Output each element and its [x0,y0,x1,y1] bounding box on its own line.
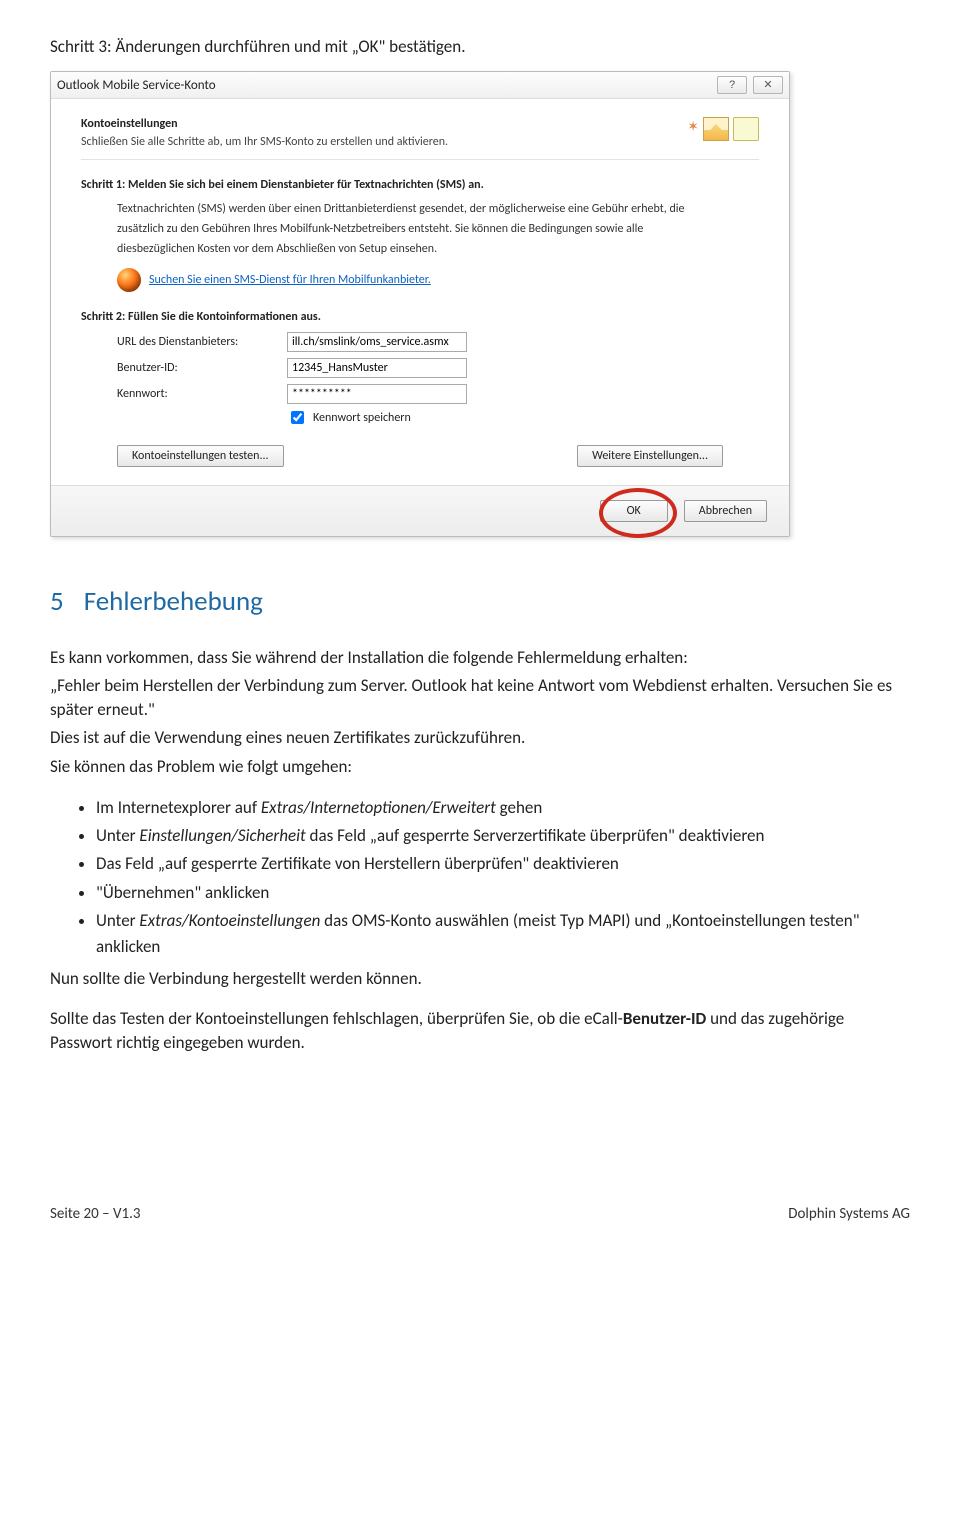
pass-input[interactable] [287,384,467,404]
para-result: Nun sollte die Verbindung hergestellt we… [50,967,910,991]
schritt1-heading: Schritt 1: Melden Sie sich bei einem Die… [81,178,759,192]
para-cause1: Dies ist auf die Verwendung eines neuen … [50,726,910,750]
para-cause2: Sie können das Problem wie folgt umgehen… [50,755,910,779]
banner-heading: Kontoeinstellungen [81,117,448,131]
heading-5-title: Fehlerbehebung [84,585,263,618]
heading-5-num: 5 [50,585,64,618]
bullet-3: Das Feld „auf gesperrte Zertifikate von … [96,851,910,877]
sms-provider-link[interactable]: Suchen Sie einen SMS-Dienst für Ihren Mo… [149,273,431,287]
pass-label: Kennwort: [117,387,267,401]
spark-icon: ✶ [687,118,699,135]
bullet-1: Im Internetexplorer auf Extras/Interneto… [96,795,910,821]
url-label: URL des Dienstanbieters: [117,335,267,349]
help-button[interactable]: ? [717,76,747,94]
page-footer: Seite 20 – V1.3 Dolphin Systems AG [50,1205,910,1223]
para-error: „Fehler beim Herstellen der Verbindung z… [50,674,910,722]
bullet-4: "Übernehmen" anklicken [96,880,910,906]
url-input[interactable] [287,332,467,352]
banner: Kontoeinstellungen Schließen Sie alle Sc… [81,111,759,160]
schritt2-heading: Schritt 2: Füllen Sie die Kontoinformati… [81,310,759,324]
bullet-2: Unter Einstellungen/Sicherheit das Feld … [96,823,910,849]
test-settings-button[interactable]: Kontoeinstellungen testen... [117,445,284,467]
more-settings-button[interactable]: Weitere Einstellungen... [577,445,723,467]
envelope-icon [703,117,729,141]
user-input[interactable] [287,358,467,378]
provider-orb-icon [117,268,141,292]
dialog-footer: OK Abbrechen [51,485,789,536]
save-pass-checkbox[interactable] [291,411,304,424]
banner-subtext: Schließen Sie alle Schritte ab, um Ihr S… [81,135,448,149]
step3-text: Schritt 3: Änderungen durchführen und mi… [50,36,910,57]
para-check: Sollte das Testen der Kontoeinstellungen… [50,1007,910,1055]
titlebar: Outlook Mobile Service-Konto ? ✕ [51,72,789,99]
heading-5: 5 Fehlerbehebung [50,585,910,618]
phone-icon [733,117,759,141]
user-label: Benutzer-ID: [117,361,267,375]
outlook-dialog: Outlook Mobile Service-Konto ? ✕ Kontoei… [50,71,790,537]
schritt2: Schritt 2: Füllen Sie die Kontoinformati… [81,310,759,467]
schritt1-line3: diesbezüglichen Kosten vor dem Abschließ… [117,240,759,258]
footer-right: Dolphin Systems AG [788,1205,910,1223]
bullet-5: Unter Extras/Kontoeinstellungen das OMS-… [96,908,910,961]
schritt1-line2: zusätzlich zu den Gebühren Ihres Mobilfu… [117,220,759,238]
dialog-title: Outlook Mobile Service-Konto [57,78,216,93]
para-intro: Es kann vorkommen, dass Sie während der … [50,646,910,670]
schritt1-line1: Textnachrichten (SMS) werden über einen … [117,200,759,218]
close-button[interactable]: ✕ [753,76,783,94]
ok-button[interactable]: OK [600,500,668,522]
footer-left: Seite 20 – V1.3 [50,1205,140,1223]
cancel-button[interactable]: Abbrechen [684,500,767,522]
schritt1: Schritt 1: Melden Sie sich bei einem Die… [81,178,759,292]
save-pass-label: Kennwort speichern [313,411,411,425]
bullet-list: Im Internetexplorer auf Extras/Interneto… [50,795,910,961]
